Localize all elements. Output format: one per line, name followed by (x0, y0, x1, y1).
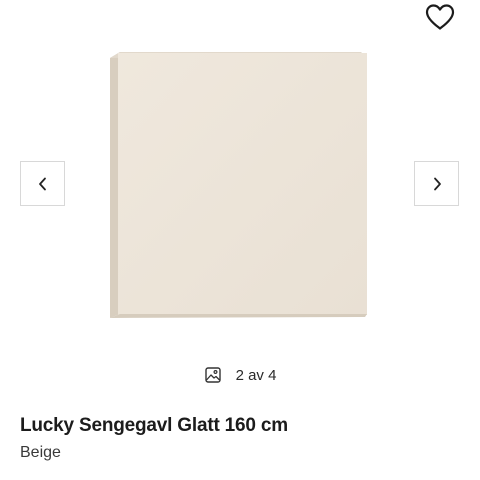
product-variant: Beige (20, 444, 61, 461)
product-title: Lucky Sengegavl Glatt 160 cm (20, 415, 288, 436)
chevron-left-icon (38, 177, 46, 190)
product-gallery[interactable] (0, 0, 480, 360)
image-counter-text: 2 av 4 (235, 366, 277, 384)
favorite-button[interactable] (421, 0, 459, 34)
chevron-right-icon (433, 177, 441, 190)
image-counter: 2 av 4 (0, 366, 480, 384)
image-icon (204, 366, 222, 384)
product-page: 2 av 4 Lucky Sengegavl Glatt 160 cm Beig… (0, 0, 480, 480)
previous-image-button[interactable] (20, 161, 65, 206)
heart-icon (425, 4, 455, 30)
product-image (110, 52, 367, 318)
next-image-button[interactable] (414, 161, 459, 206)
